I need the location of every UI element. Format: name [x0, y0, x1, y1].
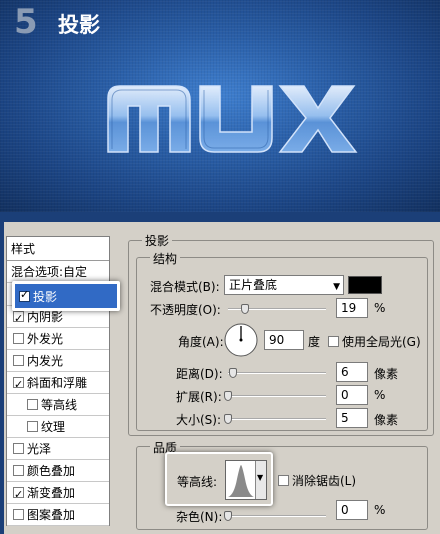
- chevron-down-icon: ▼: [333, 282, 340, 292]
- mux-logo: [107, 85, 358, 153]
- opacity-input[interactable]: 19: [336, 298, 368, 318]
- distance-unit: 像素: [374, 367, 399, 381]
- spread-slider-thumb[interactable]: [224, 391, 232, 401]
- anti-alias-label: 消除锯齿(L): [292, 474, 357, 488]
- inner-glow-checkbox[interactable]: [13, 355, 24, 366]
- global-light-option[interactable]: 使用全局光(G): [328, 333, 421, 350]
- opacity-unit: %: [374, 301, 386, 315]
- spread-slider-track[interactable]: [228, 395, 326, 397]
- blend-mode-value: 正片叠底: [229, 278, 278, 292]
- style-list-header[interactable]: 样式: [7, 237, 109, 261]
- style-item-label: 内发光: [27, 353, 64, 368]
- style-item-satin[interactable]: 光泽: [7, 438, 109, 460]
- spread-input[interactable]: 0: [336, 385, 368, 405]
- size-slider-thumb[interactable]: [224, 414, 232, 424]
- pattern-overlay-checkbox[interactable]: [13, 509, 24, 520]
- style-item-texture[interactable]: 纹理: [7, 416, 109, 438]
- spread-label: 扩展(R):: [176, 390, 222, 404]
- satin-checkbox[interactable]: [13, 443, 24, 454]
- angle-label: 角度(A):: [178, 335, 224, 349]
- style-item-label: 外发光: [27, 331, 64, 346]
- shadow-color-swatch[interactable]: [348, 276, 382, 294]
- size-slider-track[interactable]: [228, 418, 326, 420]
- banner: 5 投影: [0, 0, 440, 212]
- contour-curve-icon: [226, 461, 256, 499]
- style-list: 样式 混合选项:自定 投影 内阴影 外发光 内发光 斜面和浮雕 等高线 纹理 光…: [6, 236, 110, 526]
- contour-dropdown-button[interactable]: ▼: [255, 461, 266, 499]
- style-item-gradient-overlay[interactable]: 渐变叠加: [7, 482, 109, 506]
- contour-label: 等高线:: [177, 475, 218, 489]
- blend-mode-dropdown[interactable]: 正片叠底 ▼: [224, 275, 344, 295]
- style-item-outer-glow[interactable]: 外发光: [7, 328, 109, 350]
- distance-input[interactable]: 6: [336, 362, 368, 382]
- distance-slider-thumb[interactable]: [229, 368, 237, 378]
- style-item-contour[interactable]: 等高线: [7, 394, 109, 416]
- contour-picker[interactable]: ▼: [225, 460, 267, 500]
- distance-label: 距离(D):: [176, 367, 223, 381]
- anti-alias-checkbox[interactable]: [278, 475, 289, 486]
- gradient-overlay-checkbox[interactable]: [13, 484, 24, 506]
- style-item-inner-glow[interactable]: 内发光: [7, 350, 109, 372]
- outer-glow-checkbox[interactable]: [13, 333, 24, 344]
- size-input[interactable]: 5: [336, 408, 368, 428]
- inner-shadow-checkbox[interactable]: [13, 308, 24, 330]
- chevron-down-icon: ▼: [257, 473, 264, 482]
- blend-options-item[interactable]: 混合选项:自定: [7, 261, 109, 283]
- noise-unit: %: [374, 503, 386, 517]
- angle-dial-icon[interactable]: [223, 322, 259, 358]
- style-item-label: 纹理: [41, 419, 66, 434]
- spread-unit: %: [374, 388, 386, 402]
- selected-style-label: 投影: [33, 289, 58, 304]
- noise-slider-thumb[interactable]: [224, 511, 232, 521]
- style-item-label: 图案叠加: [27, 507, 76, 522]
- size-label: 大小(S):: [176, 413, 222, 427]
- angle-unit: 度: [308, 335, 321, 349]
- texture-checkbox[interactable]: [27, 421, 38, 432]
- blend-mode-label: 混合模式(B):: [150, 280, 220, 294]
- style-item-pattern-overlay[interactable]: 图案叠加: [7, 504, 109, 526]
- angle-input[interactable]: 90: [264, 330, 304, 350]
- style-item-bevel-emboss[interactable]: 斜面和浮雕: [7, 372, 109, 396]
- style-item-color-overlay[interactable]: 颜色叠加: [7, 460, 109, 482]
- size-unit: 像素: [374, 413, 399, 427]
- style-item-label: 斜面和浮雕: [27, 375, 88, 390]
- noise-label: 杂色(N):: [176, 510, 223, 524]
- bevel-emboss-checkbox[interactable]: [13, 374, 24, 396]
- contour-checkbox[interactable]: [27, 399, 38, 410]
- distance-slider-track[interactable]: [228, 372, 326, 374]
- style-item-label: 等高线: [41, 397, 78, 412]
- noise-input[interactable]: 0: [336, 500, 368, 520]
- noise-slider-track[interactable]: [228, 515, 326, 517]
- style-item-label: 光泽: [27, 441, 52, 456]
- style-item-label: 渐变叠加: [27, 485, 76, 500]
- anti-alias-option[interactable]: 消除锯齿(L): [278, 472, 356, 489]
- global-light-checkbox[interactable]: [328, 336, 339, 347]
- color-overlay-checkbox[interactable]: [13, 465, 24, 476]
- style-item-label: 颜色叠加: [27, 463, 76, 478]
- opacity-slider-thumb[interactable]: [241, 304, 249, 314]
- structure-title: 结构: [150, 250, 181, 267]
- contour-callout: 等高线: ▼: [165, 452, 273, 506]
- drop-shadow-checkbox-highlight[interactable]: [19, 288, 30, 302]
- global-light-label: 使用全局光(G): [342, 335, 421, 349]
- opacity-label: 不透明度(O):: [150, 303, 221, 317]
- drop-shadow-title: 投影: [142, 232, 173, 249]
- selected-style-callout[interactable]: 投影: [12, 281, 120, 311]
